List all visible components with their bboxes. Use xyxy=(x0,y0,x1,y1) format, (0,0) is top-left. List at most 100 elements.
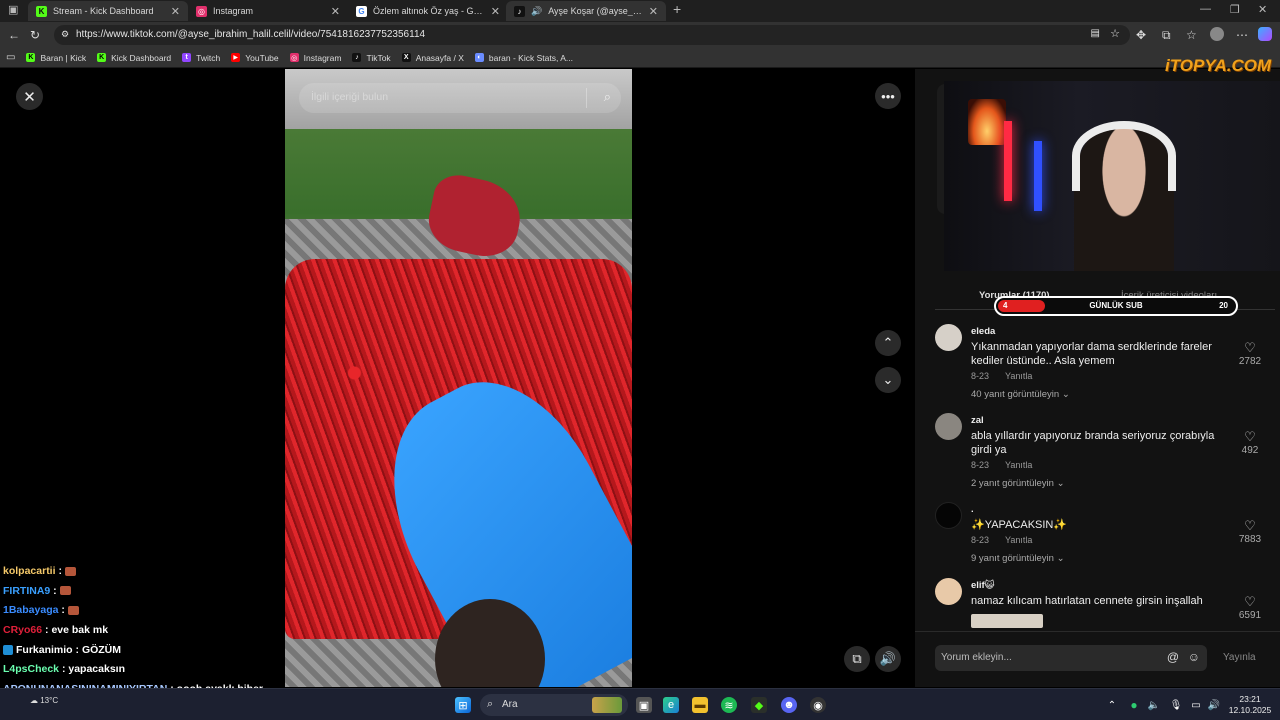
display-icon[interactable]: ▭ xyxy=(1188,697,1204,713)
new-tab-icon[interactable]: + xyxy=(673,1,681,17)
sidebar-toggle-icon[interactable]: ▭ xyxy=(6,52,15,63)
tab-google[interactable]: G Özlem altınok Öz yaş - Google'da ✕ xyxy=(348,1,508,21)
volume-icon[interactable]: 🔊 xyxy=(875,646,901,672)
chat-username[interactable]: L4psCheck xyxy=(3,663,59,675)
tab-instagram[interactable]: ◎ Instagram ✕ xyxy=(188,1,348,21)
task-view-icon[interactable]: ▣ xyxy=(636,697,652,713)
bookmark-label: YouTube xyxy=(245,52,279,63)
close-window-icon[interactable]: ✕ xyxy=(1258,3,1267,16)
avatar[interactable] xyxy=(935,413,962,440)
comment-user[interactable]: eleda xyxy=(971,326,995,337)
discord-icon[interactable]: ☻ xyxy=(781,697,797,713)
file-explorer-icon[interactable]: ▬ xyxy=(692,697,708,713)
split-screen-icon[interactable]: ⧉ xyxy=(1162,28,1171,43)
emoji-icon[interactable]: ☺ xyxy=(1188,650,1200,664)
volume-tray-icon[interactable]: 🔊 xyxy=(1206,697,1222,713)
search-icon[interactable]: ⌕ xyxy=(604,89,611,105)
url-field[interactable]: ⚙ https://www.tiktok.com/@ayse_ibrahim_h… xyxy=(54,25,1130,45)
video-player[interactable]: İlgili içeriği bulun ⌕ xyxy=(285,69,632,687)
view-replies-button[interactable]: 2 yanıt görüntüleyin ⌄ xyxy=(971,478,1065,489)
taskbar-search-label: Ara xyxy=(502,699,518,710)
like-button[interactable]: ♡ 492 xyxy=(1230,429,1270,456)
tab-actions-icon[interactable]: ▣ xyxy=(8,3,18,16)
next-video-icon[interactable]: ⌄ xyxy=(875,367,901,393)
reply-button[interactable]: Yanıtla xyxy=(1005,535,1032,545)
chat-username[interactable]: kolpacartii xyxy=(3,565,56,577)
reader-icon[interactable]: ▤ xyxy=(1091,28,1100,39)
comment-user[interactable]: elif😺 xyxy=(971,580,995,591)
bookmark-x[interactable]: X Anasayfa / X xyxy=(401,52,464,63)
chevron-down-icon: ⌄ xyxy=(1061,389,1070,400)
tab-kick-dashboard[interactable]: K Stream - Kick Dashboard ✕ xyxy=(28,1,188,21)
close-tab-icon[interactable]: ✕ xyxy=(171,5,180,18)
edge-icon[interactable]: e xyxy=(663,697,679,713)
back-icon[interactable]: ← xyxy=(8,28,20,42)
more-icon[interactable]: ⋯ xyxy=(1236,28,1248,42)
view-replies-button[interactable]: 40 yanıt görüntüleyin ⌄ xyxy=(971,389,1070,400)
maximize-icon[interactable]: ❐ xyxy=(1230,3,1240,16)
tab-title: Stream - Kick Dashboard xyxy=(53,6,154,16)
speaker-tray-icon[interactable]: 🔈 xyxy=(1146,697,1162,713)
bookmark-instagram[interactable]: ◎ Instagram xyxy=(289,52,342,63)
mention-icon[interactable]: @ xyxy=(1167,650,1179,664)
microphone-icon[interactable]: 🎙 xyxy=(1168,697,1184,713)
bookmark-twitch[interactable]: t Twitch xyxy=(182,53,220,63)
reply-button[interactable]: Yanıtla xyxy=(1005,371,1032,381)
speaker-icon[interactable]: 🔊 xyxy=(531,6,542,17)
extensions-icon[interactable]: ✥ xyxy=(1136,28,1146,42)
close-tab-icon[interactable]: ✕ xyxy=(649,5,658,18)
avatar[interactable] xyxy=(935,578,962,605)
like-button[interactable]: ♡ 2782 xyxy=(1230,340,1270,367)
add-comment-input[interactable]: Yorum ekleyin... @ ☺ xyxy=(935,645,1207,671)
copilot-icon[interactable] xyxy=(1258,27,1272,41)
avatar[interactable] xyxy=(935,324,962,351)
more-options-icon[interactable]: ••• xyxy=(875,83,901,109)
bookmark-kick-stats[interactable]: ◐ baran - Kick Stats, A... xyxy=(474,53,573,63)
taskbar-search[interactable]: ⌕ Ara xyxy=(480,694,628,716)
bookmark-label: Anasayfa / X xyxy=(415,52,464,63)
reply-button[interactable]: Yanıtla xyxy=(1005,460,1032,470)
spotify-icon[interactable]: ≋ xyxy=(721,697,737,713)
comment-meta: 8-23 Yanıtla xyxy=(971,371,1032,381)
comment-user[interactable]: zal xyxy=(971,415,984,426)
start-icon[interactable]: ⊞ xyxy=(455,697,471,713)
weather-widget[interactable]: ☁ 13°C xyxy=(30,696,58,705)
bookmark-label: Instagram xyxy=(303,52,342,63)
comment-image[interactable] xyxy=(971,614,1043,628)
post-comment-button[interactable]: Yayınla xyxy=(1223,652,1256,663)
view-replies-button[interactable]: 9 yanıt görüntüleyin ⌄ xyxy=(971,553,1065,564)
profile-avatar[interactable] xyxy=(1210,27,1224,41)
chat-username[interactable]: 1Babayaga xyxy=(3,604,58,616)
comment-user[interactable]: . xyxy=(971,504,974,515)
bookmark-tiktok[interactable]: ♪ TikTok xyxy=(352,52,391,63)
favorite-star-icon[interactable]: ☆ xyxy=(1110,27,1120,40)
tab-title: Özlem altınok Öz yaş - Google'da xyxy=(373,6,485,16)
chat-username[interactable]: Furkanimio xyxy=(16,644,73,656)
previous-video-icon[interactable]: ⌃ xyxy=(875,330,901,356)
site-info-icon[interactable]: ⚙ xyxy=(61,29,69,40)
obs-icon[interactable]: ◉ xyxy=(810,697,826,713)
tab-tiktok[interactable]: ♪ 🔊 Ayşe Koşar (@ayse_ibrahim_ ✕ xyxy=(506,1,666,21)
close-tab-icon[interactable]: ✕ xyxy=(491,5,500,18)
chat-username[interactable]: FIRTINA9 xyxy=(3,585,50,597)
status-dot-icon[interactable]: ● xyxy=(1126,697,1142,713)
clock[interactable]: 23:21 12.10.2025 xyxy=(1224,694,1276,716)
favorites-icon[interactable]: ☆ xyxy=(1186,28,1197,42)
close-tab-icon[interactable]: ✕ xyxy=(331,5,340,18)
kick-app-icon[interactable]: ◆ xyxy=(751,697,767,713)
avatar[interactable] xyxy=(935,502,962,529)
tray-overflow-icon[interactable]: ⌃ xyxy=(1104,697,1120,713)
bookmark-kick-dashboard[interactable]: K Kick Dashboard xyxy=(97,53,171,63)
bookmark-baran-kick[interactable]: K Baran | Kick xyxy=(26,53,86,63)
video-search-input[interactable]: İlgili içeriği bulun ⌕ xyxy=(299,83,621,113)
like-button[interactable]: ♡ 7883 xyxy=(1230,518,1270,545)
like-button[interactable]: ♡ 6591 xyxy=(1230,594,1270,621)
close-video-icon[interactable]: ✕ xyxy=(16,83,43,110)
minimize-icon[interactable]: — xyxy=(1200,3,1211,15)
refresh-icon[interactable]: ↻ xyxy=(30,28,40,42)
tab-title: Ayşe Koşar (@ayse_ibrahim_ xyxy=(548,6,643,16)
bookmark-youtube[interactable]: ▶ YouTube xyxy=(231,52,279,63)
bookmark-label: TikTok xyxy=(366,52,391,63)
chat-username[interactable]: CRyo66 xyxy=(3,624,42,636)
floating-player-icon[interactable]: ⧉ xyxy=(844,646,870,672)
